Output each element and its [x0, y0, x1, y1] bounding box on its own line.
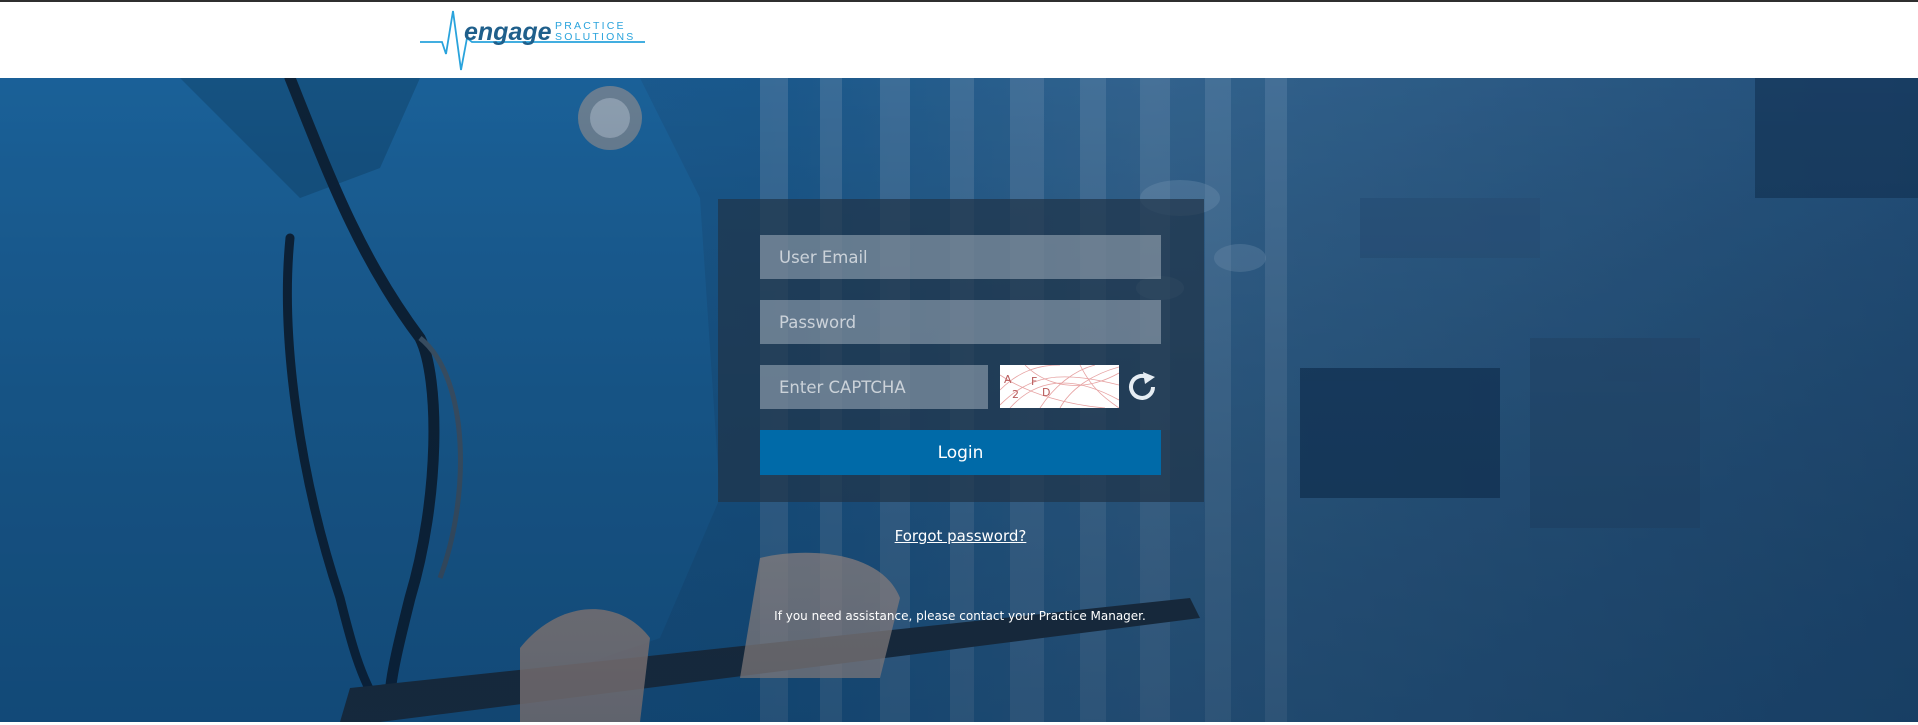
captcha-image: A 2 F D	[1000, 365, 1119, 408]
email-input[interactable]	[760, 235, 1161, 279]
forgot-password-link[interactable]: Forgot password?	[760, 527, 1161, 545]
assistance-text: If you need assistance, please contact y…	[774, 609, 1146, 623]
captcha-char-4: D	[1042, 386, 1050, 399]
logo-subline-2: SOLUTIONS	[555, 31, 635, 43]
refresh-captcha-button[interactable]	[1126, 371, 1160, 403]
password-input[interactable]	[760, 300, 1161, 344]
captcha-char-3: F	[1031, 375, 1037, 388]
engage-logo: engage PRACTICE SOLUTIONS	[420, 10, 645, 71]
refresh-icon	[1129, 372, 1155, 400]
captcha-char-2: 2	[1012, 388, 1019, 401]
site-header: engage PRACTICE SOLUTIONS	[0, 2, 1918, 78]
login-button[interactable]: Login	[760, 430, 1161, 475]
captcha-char-1: A	[1004, 373, 1012, 386]
logo-wordmark: engage	[464, 18, 552, 46]
captcha-input[interactable]	[760, 365, 988, 409]
